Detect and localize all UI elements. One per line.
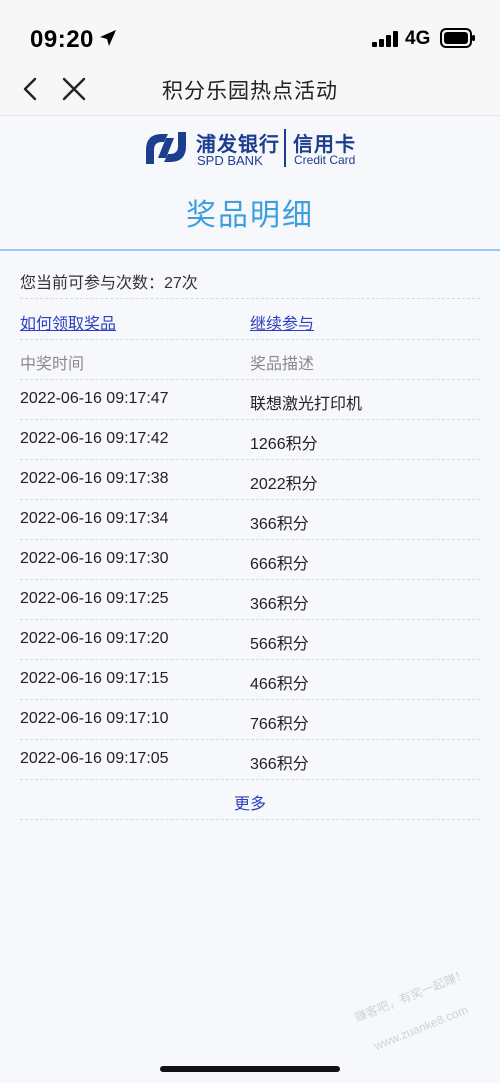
win-time: 2022-06-16 09:17:47 — [20, 390, 169, 407]
title-divider — [0, 249, 500, 251]
win-time: 2022-06-16 09:17:10 — [20, 710, 169, 727]
more-row: 更多 — [20, 780, 480, 820]
prize-description: 666积分 — [250, 556, 309, 573]
chances-row — [20, 259, 480, 299]
prize-description: 联想激光打印机 — [250, 396, 363, 413]
location-arrow-icon — [100, 30, 116, 46]
spd-credit-card-logo: 浦发银行 SPD BANK 信用卡 Credit Card — [142, 126, 362, 172]
signal-icon — [372, 31, 398, 47]
table-row: 2022-06-16 09:17:15 466积分 — [20, 660, 480, 700]
status-bar: 09:20 4G — [0, 0, 500, 62]
more-button[interactable]: 更多 — [20, 790, 480, 814]
prize-description: 1266积分 — [250, 436, 318, 453]
table-row: 2022-06-16 09:17:30 666积分 — [20, 540, 480, 580]
table-row: 2022-06-16 09:17:38 2022积分 — [20, 460, 480, 500]
home-indicator[interactable] — [160, 1066, 340, 1072]
spd-logo-icon — [146, 132, 186, 164]
status-time: 09:20 — [30, 26, 94, 53]
nav-bar: 积分乐园热点活动 — [0, 62, 500, 116]
bank-name-en: SPD BANK — [197, 153, 263, 168]
prize-description: 2022积分 — [250, 476, 318, 493]
table-row: 2022-06-16 09:17:47 联想激光打印机 — [20, 380, 480, 420]
win-time: 2022-06-16 09:17:42 — [20, 430, 169, 447]
prize-description: 766积分 — [250, 716, 309, 733]
prize-description: 366积分 — [250, 756, 309, 773]
how-to-claim-link[interactable]: 如何领取奖品 — [20, 310, 116, 334]
win-time: 2022-06-16 09:17:20 — [20, 630, 169, 647]
table-row: 2022-06-16 09:17:25 366积分 — [20, 580, 480, 620]
prize-description: 466积分 — [250, 676, 309, 693]
win-time: 2022-06-16 09:17:34 — [20, 510, 169, 527]
page-title: 奖品明细 — [186, 199, 314, 232]
win-time: 2022-06-16 09:17:30 — [20, 550, 169, 567]
table-row: 2022-06-16 09:17:34 366积分 — [20, 500, 480, 540]
table-row: 2022-06-16 09:17:20 566积分 — [20, 620, 480, 660]
prize-description: 366积分 — [250, 596, 309, 613]
network-type: 4G — [405, 28, 431, 49]
prize-description: 566积分 — [250, 636, 309, 653]
table-row: 2022-06-16 09:17:10 766积分 — [20, 700, 480, 740]
win-time: 2022-06-16 09:17:15 — [20, 670, 169, 687]
table-row: 2022-06-16 09:17:42 1266积分 — [20, 420, 480, 460]
links-row: 如何领取奖品 继续参与 — [20, 300, 480, 340]
prize-description: 366积分 — [250, 516, 309, 533]
continue-link[interactable]: 继续参与 — [250, 310, 314, 334]
header-prize: 奖品描述 — [250, 356, 315, 373]
nav-title: 积分乐园热点活动 — [162, 80, 338, 103]
win-time: 2022-06-16 09:17:38 — [20, 470, 169, 487]
battery-icon — [440, 28, 475, 48]
table-header: 中奖时间 奖品描述 — [20, 340, 480, 380]
card-name-en: Credit Card — [294, 153, 356, 167]
table-row: 2022-06-16 09:17:05 366积分 — [20, 740, 480, 780]
win-time: 2022-06-16 09:17:25 — [20, 590, 169, 607]
header-time: 中奖时间 — [20, 356, 85, 373]
logo-divider — [284, 129, 286, 167]
win-time: 2022-06-16 09:17:05 — [20, 750, 169, 767]
